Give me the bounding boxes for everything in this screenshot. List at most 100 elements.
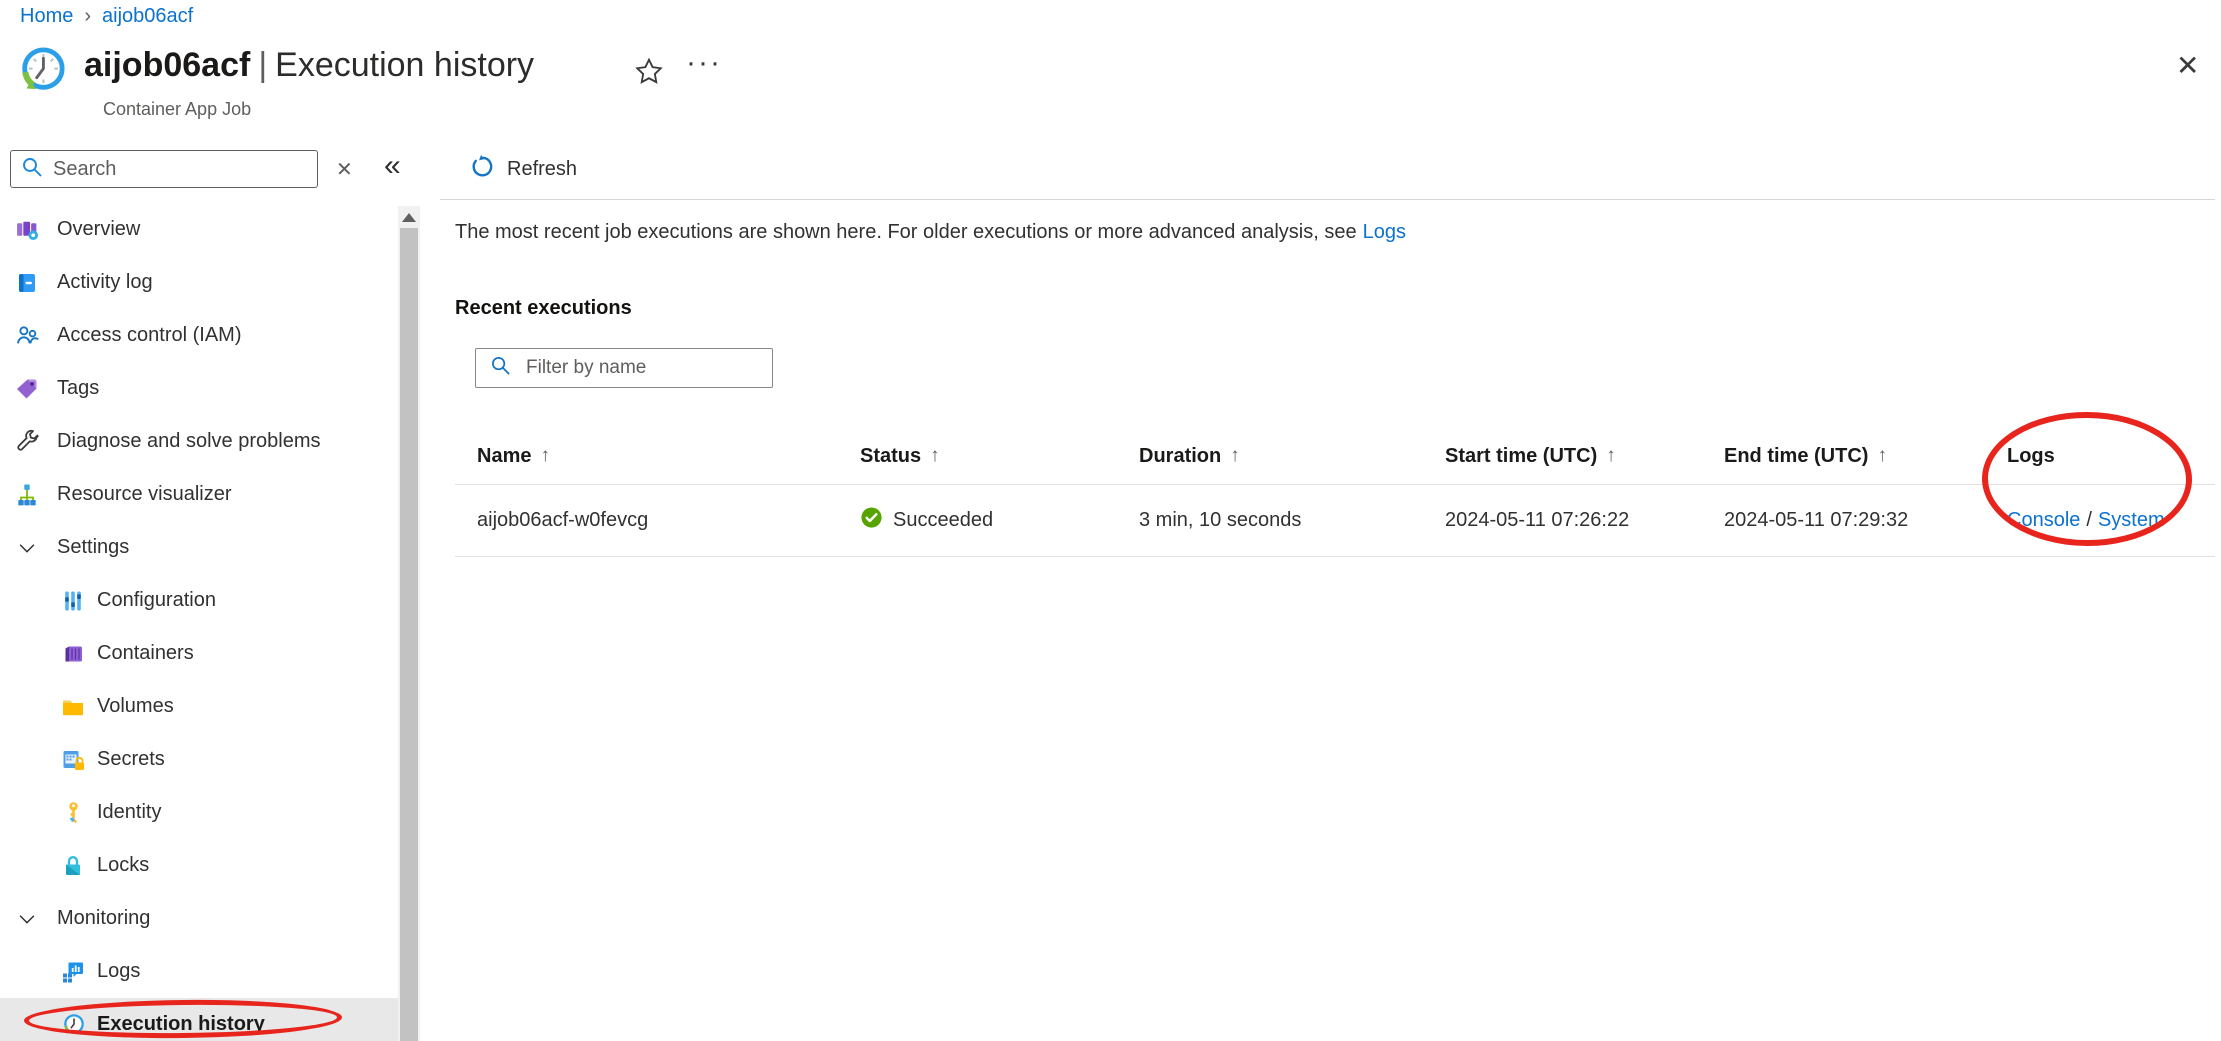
column-header-logs: Logs xyxy=(2007,445,2215,468)
sidebar-item-label: Secrets xyxy=(97,748,165,771)
page-title: aijob06acf|Execution history xyxy=(84,46,534,85)
refresh-icon xyxy=(469,154,494,185)
sidebar-item-label: Volumes xyxy=(97,695,174,718)
more-options-ellipsis-icon[interactable]: ··· xyxy=(686,46,722,80)
sidebar-item-locks[interactable]: Locks xyxy=(0,839,398,892)
sidebar-item-label: Resource visualizer xyxy=(57,483,232,506)
execution-status-cell: Succeeded xyxy=(860,506,1139,535)
overview-icon xyxy=(14,217,40,243)
chevron-down-icon xyxy=(14,535,40,561)
sidebar-item-label: Activity log xyxy=(57,271,153,294)
tags-icon xyxy=(14,376,40,402)
column-label: Status xyxy=(860,445,921,468)
secrets-icon xyxy=(60,747,86,773)
sidebar-item-label: Configuration xyxy=(97,589,216,612)
sidebar-item-label: Diagnose and solve problems xyxy=(57,430,321,453)
sidebar-item-label: Logs xyxy=(97,960,140,983)
refresh-button[interactable]: Refresh xyxy=(469,154,577,185)
sidebar-item-label: Identity xyxy=(97,801,161,824)
lock-icon xyxy=(60,853,86,879)
column-label: Start time (UTC) xyxy=(1445,445,1597,468)
section-title: Recent executions xyxy=(455,297,632,320)
sidebar-item-volumes[interactable]: Volumes xyxy=(0,680,398,733)
breadcrumb-separator-icon: › xyxy=(84,5,91,28)
column-header-name[interactable]: Name ↑ xyxy=(455,445,860,468)
description-body: The most recent job executions are shown… xyxy=(455,221,1357,243)
key-icon xyxy=(60,800,86,826)
column-header-start-time[interactable]: Start time (UTC) ↑ xyxy=(1445,445,1724,468)
breadcrumb-home-link[interactable]: Home xyxy=(20,5,73,28)
access-control-icon xyxy=(14,323,40,349)
sidebar-scrollbar[interactable] xyxy=(398,206,420,1041)
sidebar-search-input[interactable] xyxy=(53,158,307,181)
filter-box xyxy=(475,348,773,388)
sidebar-group-settings[interactable]: Settings xyxy=(0,521,398,574)
column-header-end-time[interactable]: End time (UTC) ↑ xyxy=(1724,445,2007,468)
sidebar-item-access-control[interactable]: Access control (IAM) xyxy=(0,309,398,362)
sidebar-item-execution-history[interactable]: Execution history xyxy=(0,998,398,1041)
azure-portal-execution-history-page: Home › aijob06acf aijob06acf|Execution h… xyxy=(0,0,2221,1041)
sidebar-item-label: Tags xyxy=(57,377,99,400)
title-separator: | xyxy=(250,46,275,84)
container-app-job-clock-icon xyxy=(12,42,70,100)
scrollbar-thumb[interactable] xyxy=(400,228,418,1041)
favorite-star-icon[interactable] xyxy=(634,56,664,86)
status-label: Succeeded xyxy=(893,509,993,532)
column-header-duration[interactable]: Duration ↑ xyxy=(1139,445,1445,468)
sidebar-group-monitoring[interactable]: Monitoring xyxy=(0,892,398,945)
sidebar-item-activity-log[interactable]: Activity log xyxy=(0,256,398,309)
execution-logs-cell: Console / System xyxy=(2007,509,2215,532)
sidebar-search-box xyxy=(10,150,318,188)
sidebar-collapse-icon[interactable]: « xyxy=(384,149,401,183)
folder-icon xyxy=(60,694,86,720)
column-label: Logs xyxy=(2007,445,2055,468)
column-label: End time (UTC) xyxy=(1724,445,1868,468)
sidebar-nav: Overview Activity log Acc xyxy=(0,203,398,1041)
resource-visualizer-icon xyxy=(14,482,40,508)
search-clear-icon[interactable]: ✕ xyxy=(336,157,353,182)
succeeded-check-icon xyxy=(860,506,883,535)
table-header-row: Name ↑ Status ↑ Duration ↑ Start time (U… xyxy=(455,428,2215,485)
resource-name: aijob06acf xyxy=(84,46,250,84)
resource-type-subtitle: Container App Job xyxy=(103,99,251,120)
column-label: Name xyxy=(477,445,531,468)
sidebar-item-label: Execution history xyxy=(97,1013,265,1036)
execution-name-cell: aijob06acf-w0fevcg xyxy=(455,509,860,532)
sort-ascending-icon: ↑ xyxy=(1230,445,1240,467)
sidebar-item-resource-visualizer[interactable]: Resource visualizer xyxy=(0,468,398,521)
system-log-link[interactable]: System xyxy=(2098,509,2165,532)
execution-duration-cell: 3 min, 10 seconds xyxy=(1139,509,1445,532)
breadcrumb-resource-link[interactable]: aijob06acf xyxy=(102,5,193,28)
console-log-link[interactable]: Console xyxy=(2007,509,2080,532)
scrollbar-up-arrow-icon[interactable] xyxy=(398,206,420,228)
sidebar-item-label: Locks xyxy=(97,854,149,877)
sidebar-item-label: Overview xyxy=(57,218,140,241)
configuration-icon xyxy=(60,588,86,614)
column-header-status[interactable]: Status ↑ xyxy=(860,445,1139,468)
sort-ascending-icon: ↑ xyxy=(1606,445,1616,467)
table-row: aijob06acf-w0fevcg Succeeded 3 min, 10 s… xyxy=(455,485,2215,557)
sidebar-item-logs[interactable]: Logs xyxy=(0,945,398,998)
close-icon[interactable]: ✕ xyxy=(2176,52,2199,80)
execution-end-time-cell: 2024-05-11 07:29:32 xyxy=(1724,509,2007,532)
logs-link[interactable]: Logs xyxy=(1363,221,1406,243)
description-text: The most recent job executions are shown… xyxy=(455,221,1406,244)
filter-by-name-input[interactable] xyxy=(526,357,758,379)
executions-table: Name ↑ Status ↑ Duration ↑ Start time (U… xyxy=(455,428,2215,557)
sidebar-item-containers[interactable]: Containers xyxy=(0,627,398,680)
sort-ascending-icon: ↑ xyxy=(930,445,940,467)
sidebar-item-overview[interactable]: Overview xyxy=(0,203,398,256)
logs-icon xyxy=(60,959,86,985)
execution-start-time-cell: 2024-05-11 07:26:22 xyxy=(1445,509,1724,532)
sidebar-item-diagnose[interactable]: Diagnose and solve problems xyxy=(0,415,398,468)
sidebar-item-identity[interactable]: Identity xyxy=(0,786,398,839)
sort-ascending-icon: ↑ xyxy=(540,445,550,467)
wrench-icon xyxy=(14,429,40,455)
activity-log-icon xyxy=(14,270,40,296)
blade-name: Execution history xyxy=(275,46,534,84)
sidebar-item-tags[interactable]: Tags xyxy=(0,362,398,415)
execution-history-clock-icon xyxy=(60,1012,86,1038)
sidebar-item-secrets[interactable]: Secrets xyxy=(0,733,398,786)
chevron-down-icon xyxy=(14,906,40,932)
sidebar-item-configuration[interactable]: Configuration xyxy=(0,574,398,627)
